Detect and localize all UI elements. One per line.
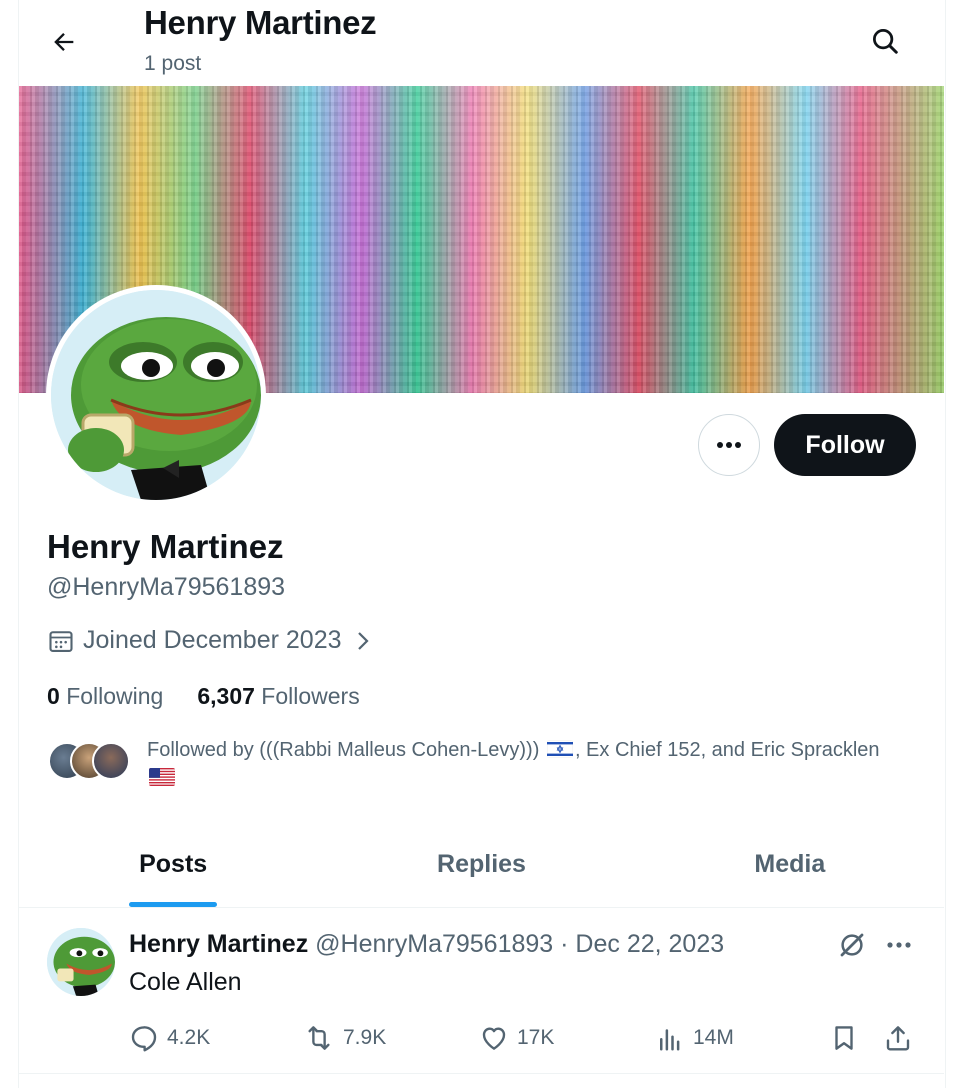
views-button[interactable]: 14M: [655, 1018, 734, 1058]
repost-count: 7.9K: [343, 1026, 387, 1049]
reply-button[interactable]: 4.2K: [129, 1018, 210, 1058]
follow-button[interactable]: Follow: [774, 414, 916, 476]
follower-avatars: [48, 742, 130, 782]
profile-avatar[interactable]: [46, 285, 266, 505]
search-icon[interactable]: [864, 20, 906, 62]
top-bar: Henry Martinez 1 post: [0, 0, 968, 86]
follower-avatar: [92, 742, 130, 780]
followed-by-prefix: Followed by (((Rabbi Malleus Cohen-Levy)…: [147, 739, 540, 761]
header-title: Henry Martinez: [144, 4, 377, 41]
followers-label: Followers: [261, 683, 360, 709]
followed-by-text: Followed by (((Rabbi Malleus Cohen-Levy)…: [147, 736, 887, 792]
post-author-meta[interactable]: @HenryMa79561893 · Dec 22, 2023: [315, 930, 724, 958]
followed-by-rest: , Ex Chief 152, and Eric Spracklen: [574, 739, 880, 761]
pepe-avatar-image: [47, 928, 115, 996]
chevron-right-icon: [357, 631, 369, 650]
reply-count: 4.2K: [167, 1026, 211, 1049]
profile-tabs: Posts Replies Media: [19, 822, 944, 908]
header-post-count: 1 post: [144, 52, 202, 75]
pepe-avatar-image: [51, 290, 261, 500]
bookmark-icon: [835, 1026, 853, 1050]
views-count: 14M: [693, 1026, 734, 1049]
following-count: 0: [47, 683, 60, 709]
post-more-icon[interactable]: [881, 928, 917, 962]
post-actions: 4.2K 7.9K 17K 14M: [129, 1018, 929, 1058]
bookmark-button[interactable]: [829, 1018, 859, 1058]
tab-posts[interactable]: Posts: [19, 822, 327, 907]
ellipsis-icon: [717, 442, 741, 448]
share-icon: [886, 1026, 910, 1051]
israel-flag-icon: [546, 740, 573, 758]
repost-icon: [308, 1026, 330, 1050]
reply-icon: [131, 1026, 157, 1052]
more-options-button[interactable]: [698, 414, 760, 476]
followers-count: 6,307: [197, 683, 255, 709]
calendar-icon: [49, 630, 73, 652]
tab-media[interactable]: Media: [636, 822, 944, 907]
post-author-avatar[interactable]: [47, 928, 115, 996]
like-button[interactable]: 17K: [479, 1018, 554, 1058]
profile-name: Henry Martinez: [47, 528, 284, 565]
joined-date: Joined December 2023: [83, 626, 342, 654]
us-flag-icon: [149, 768, 175, 786]
post-author-name[interactable]: Henry Martinez: [129, 930, 308, 958]
grok-icon[interactable]: [835, 928, 869, 962]
repost-button[interactable]: 7.9K: [303, 1018, 386, 1058]
share-button[interactable]: [883, 1018, 913, 1058]
like-count: 17K: [517, 1026, 555, 1049]
back-arrow-icon[interactable]: [44, 22, 84, 62]
following-label: Following: [66, 683, 164, 709]
post-item[interactable]: Henry Martinez @HenryMa79561893 · Dec 22…: [19, 908, 944, 1074]
followers-stat[interactable]: 6,307 Followers: [197, 683, 359, 710]
tab-replies[interactable]: Replies: [327, 822, 635, 907]
post-header: Henry Martinez @HenryMa79561893 · Dec 22…: [129, 930, 724, 959]
following-stat[interactable]: 0 Following: [47, 683, 163, 710]
heart-icon: [482, 1027, 506, 1050]
profile-handle: @HenryMa79561893: [47, 573, 286, 601]
joined-row[interactable]: Joined December 2023: [47, 626, 372, 655]
views-chart-icon: [660, 1029, 680, 1051]
follow-stats: 0 Following 6,307 Followers: [47, 683, 360, 710]
post-text: Cole Allen: [129, 968, 242, 996]
